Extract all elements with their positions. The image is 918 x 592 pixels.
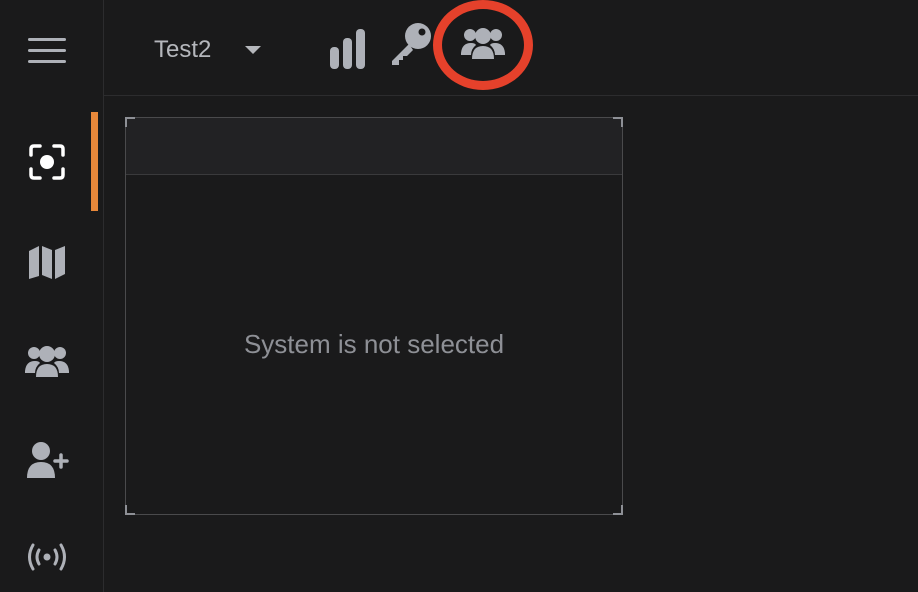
key-icon bbox=[392, 23, 431, 65]
sidebar-item-add-user[interactable] bbox=[0, 430, 94, 490]
system-panel: System is not selected bbox=[125, 117, 623, 515]
stats-button[interactable] bbox=[329, 29, 367, 74]
hamburger-icon[interactable] bbox=[28, 38, 66, 64]
bar-chart-icon bbox=[330, 29, 365, 69]
sidebar-item-users[interactable] bbox=[0, 331, 94, 391]
corner-mark bbox=[125, 117, 135, 127]
empty-state-message: System is not selected bbox=[243, 328, 505, 359]
chevron-down-icon bbox=[245, 46, 262, 54]
corner-mark bbox=[613, 505, 623, 515]
users-button[interactable] bbox=[461, 25, 505, 66]
system-name: Test2 bbox=[154, 36, 212, 63]
key-button[interactable] bbox=[389, 22, 433, 71]
broadcast-icon bbox=[28, 543, 66, 571]
camera-focus-icon bbox=[29, 144, 65, 180]
system-selector[interactable]: Test2 bbox=[154, 32, 262, 68]
sidebar-item-broadcast[interactable] bbox=[0, 527, 94, 587]
users-icon bbox=[25, 346, 69, 377]
sidebar-item-camera[interactable] bbox=[0, 132, 94, 192]
map-icon bbox=[29, 246, 65, 279]
sidebar bbox=[0, 0, 104, 592]
users-icon bbox=[461, 28, 505, 59]
user-plus-icon bbox=[27, 442, 69, 478]
corner-mark bbox=[125, 505, 135, 515]
sidebar-item-map[interactable] bbox=[0, 232, 94, 292]
corner-mark bbox=[613, 117, 623, 127]
panel-header bbox=[126, 118, 622, 175]
